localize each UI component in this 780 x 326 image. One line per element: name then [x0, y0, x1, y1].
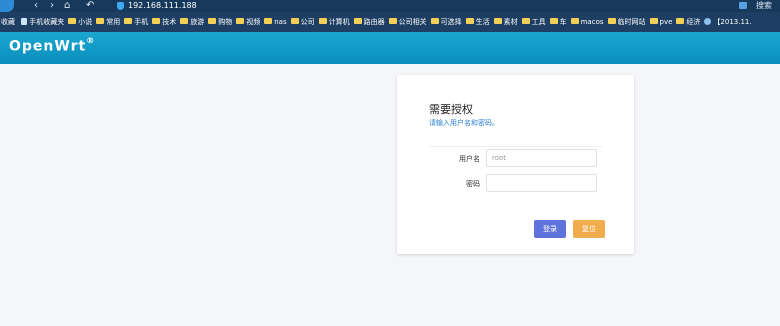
folder-icon — [607, 18, 616, 24]
bookmark-label: 视频 — [246, 18, 261, 26]
globe-icon — [704, 17, 712, 25]
back-icon[interactable]: ‹ — [34, 0, 38, 12]
bookmark-item[interactable]: 购物 — [208, 12, 232, 32]
username-field[interactable] — [486, 149, 597, 167]
bookmark-item[interactable]: 技术 — [152, 12, 176, 32]
divider — [429, 146, 602, 147]
reset-button[interactable]: 复位 — [573, 220, 605, 238]
folder-icon — [124, 18, 133, 24]
bookmark-item[interactable]: 公司 — [290, 12, 315, 32]
bookmark-label: 路由器 — [363, 18, 385, 26]
bookmark-label: 小说 — [78, 18, 93, 26]
folder-icon — [318, 18, 327, 24]
bookmark-item[interactable]: 素材 — [493, 12, 518, 32]
username-label: 用户名 — [459, 155, 480, 163]
login-button[interactable]: 登录 — [534, 220, 566, 238]
bookmark-label: 计算机 — [328, 18, 350, 26]
bookmark-item[interactable]: 经济 — [676, 12, 700, 32]
password-field[interactable] — [486, 174, 597, 192]
folder-icon — [96, 18, 105, 24]
bookmark-label: nas — [274, 18, 287, 26]
folder-icon — [180, 18, 189, 24]
bookmark-label: 手机 — [134, 18, 149, 26]
bookmark-item[interactable]: 公司相关 — [388, 12, 427, 32]
folder-icon — [152, 18, 161, 24]
bookmark-item[interactable]: 手机收藏夹 — [21, 12, 64, 32]
undo-icon[interactable]: ↶ — [86, 0, 94, 12]
bookmark-label: 生活 — [475, 18, 490, 26]
folder-icon — [465, 18, 474, 24]
bookmark-item[interactable]: 临时网站 — [607, 12, 646, 32]
folder-icon — [388, 18, 397, 24]
bookmark-item[interactable]: 工具 — [521, 12, 546, 32]
folder-icon — [264, 18, 273, 24]
bookmark-label: 车 — [559, 18, 567, 26]
page-icon — [21, 17, 28, 25]
folder-icon — [521, 18, 530, 24]
folder-icon — [290, 18, 299, 24]
folder-icon — [570, 18, 579, 24]
bookmark-item[interactable]: 旅游 — [180, 12, 204, 32]
folder-icon — [430, 18, 439, 24]
bookmark-label: 购物 — [218, 18, 233, 26]
folder-icon — [549, 18, 558, 24]
bookmark-item[interactable]: 路由器 — [353, 12, 385, 32]
folder-icon — [353, 18, 362, 24]
folder-icon — [493, 18, 502, 24]
brand-logo[interactable]: OpenWrt® — [9, 36, 96, 55]
bookmark-item[interactable]: 【2013.11. — [704, 12, 752, 32]
bookmark-label: 公司相关 — [398, 18, 427, 26]
address-bar[interactable]: 192.168.111.188 — [128, 0, 197, 12]
bookmark-label: 旅游 — [190, 18, 205, 26]
app-header: OpenWrt® — [0, 32, 780, 64]
toolbar-right: 搜索 — [733, 0, 772, 12]
brand-text: OpenWrt — [9, 38, 87, 55]
bookmark-item[interactable]: 常用 — [96, 12, 120, 32]
folder-icon — [68, 18, 77, 24]
bookmark-item[interactable]: 计算机 — [318, 12, 350, 32]
password-label: 密码 — [466, 180, 480, 188]
browser-toolbar: ‹ › ⌂ ↶ 192.168.111.188 搜索 — [0, 0, 780, 12]
browser-logo-icon[interactable] — [0, 0, 14, 12]
home-icon[interactable]: ⌂ — [64, 0, 70, 12]
bookmark-item[interactable]: 可选择 — [430, 12, 462, 32]
folder-icon — [676, 18, 685, 24]
page-title: 需要授权 — [429, 103, 473, 116]
login-card: 需要授权 请输入用户名和密码。 用户名 密码 登录 复位 — [397, 75, 634, 254]
bookmark-label: 技术 — [162, 18, 177, 26]
bookmark-item[interactable]: 车 — [549, 12, 567, 32]
bookmark-label: 可选择 — [440, 18, 462, 26]
login-hint: 请输入用户名和密码。 — [429, 119, 499, 127]
folder-icon — [208, 18, 217, 24]
bookmark-item[interactable]: 手机 — [124, 12, 148, 32]
bookmark-item[interactable]: 小说 — [68, 12, 92, 32]
bookmark-label: 常用 — [106, 18, 121, 26]
folder-icon — [236, 18, 245, 24]
bookmark-label: macos — [580, 18, 604, 26]
bookmarks-label[interactable]: 收藏 — [1, 12, 15, 32]
bookmark-item[interactable]: macos — [570, 12, 604, 32]
bookmark-label: 经济 — [686, 18, 701, 26]
bookmark-label: 手机收藏夹 — [29, 18, 65, 26]
forward-icon[interactable]: › — [50, 0, 54, 12]
bookmark-label: pve — [659, 18, 673, 26]
bookmarks-bar: 收藏 手机收藏夹 小说 常用 手机 技术 旅游 购物 视频 nas 公司 计算机 路由器 公司相关 可选择… — [0, 12, 780, 32]
bookmark-item[interactable]: 视频 — [236, 12, 260, 32]
bookmark-item[interactable]: nas — [264, 12, 287, 32]
bookmark-item[interactable]: pve — [649, 12, 673, 32]
bookmark-item[interactable]: 生活 — [465, 12, 490, 32]
bookmark-label: 公司 — [300, 18, 315, 26]
bookmark-label: 素材 — [503, 18, 518, 26]
bookmark-label: 临时网站 — [617, 18, 646, 26]
shield-icon — [117, 2, 124, 10]
search-label[interactable]: 搜索 — [756, 1, 772, 10]
registered-mark: ® — [86, 36, 96, 45]
folder-icon — [649, 18, 658, 24]
bookmark-label: 工具 — [531, 18, 546, 26]
search-icon[interactable] — [739, 2, 748, 9]
bookmark-label: 【2013.11. — [713, 18, 752, 26]
